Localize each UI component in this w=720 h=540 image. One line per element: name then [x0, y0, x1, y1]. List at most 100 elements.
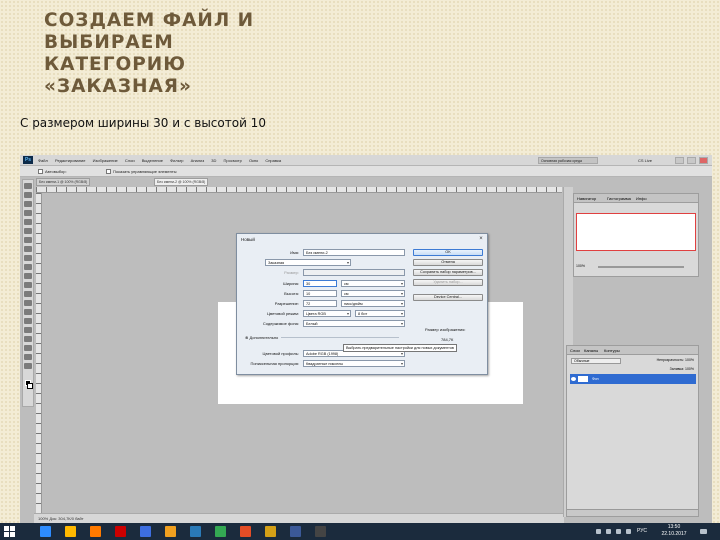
video-icon[interactable] — [290, 526, 301, 537]
save-preset-button[interactable]: Сохранить набор параметров... — [413, 269, 483, 276]
close-icon[interactable] — [699, 157, 708, 164]
dialog-close-icon[interactable]: × — [478, 236, 484, 242]
fill-field[interactable]: Заливка: 100% — [670, 367, 694, 371]
eyedropper-tool-icon[interactable] — [24, 228, 32, 234]
word-icon[interactable] — [215, 526, 226, 537]
type-tool-icon[interactable] — [24, 318, 32, 324]
language-indicator[interactable]: РУС — [637, 528, 647, 534]
tab-layers[interactable]: Слои — [570, 348, 580, 353]
height-unit-select[interactable]: см ▾ — [341, 290, 405, 297]
menu-help[interactable]: Справка — [265, 158, 281, 163]
tab-paths[interactable]: Контуры — [604, 348, 620, 353]
menu-filter[interactable]: Фильтр — [170, 158, 183, 163]
paint-icon[interactable] — [265, 526, 276, 537]
tab-navigator[interactable]: Навигатор — [577, 196, 596, 201]
move-tool-icon[interactable] — [24, 183, 32, 189]
ok-button[interactable]: OK — [413, 249, 483, 256]
history-brush-tool-icon[interactable] — [24, 264, 32, 270]
color-mode-select[interactable]: Цвета RGB ▾ — [303, 310, 351, 317]
menu-edit[interactable]: Редактирование — [55, 158, 85, 163]
menu-select[interactable]: Выделение — [142, 158, 163, 163]
stamp-tool-icon[interactable] — [24, 255, 32, 261]
taskbar: РУС 13:50 22.10.2017 — [0, 523, 720, 540]
cs-live-button[interactable]: CS Live — [638, 158, 652, 163]
battery-icon[interactable] — [626, 529, 631, 534]
network-icon[interactable] — [606, 529, 611, 534]
zoom-tool-icon[interactable] — [24, 363, 32, 369]
app-icon[interactable] — [315, 526, 326, 537]
horizontal-ruler — [36, 187, 562, 193]
menu-layers[interactable]: Слои — [125, 158, 135, 163]
windows-start-icon[interactable] — [4, 526, 15, 537]
opacity-field[interactable]: Непрозрачность: 100% — [657, 358, 694, 362]
firefox-icon[interactable] — [90, 526, 101, 537]
resolution-unit-select[interactable]: пикс/дюйм ▾ — [341, 300, 405, 307]
clock[interactable]: 13:50 22.10.2017 — [654, 524, 694, 538]
show-controls-checkbox[interactable] — [106, 169, 111, 174]
dodge-tool-icon[interactable] — [24, 300, 32, 306]
pixel-aspect-select[interactable]: Квадратные пикселы ▾ — [303, 360, 405, 367]
marquee-tool-icon[interactable] — [24, 192, 32, 198]
maximize-icon[interactable] — [687, 157, 696, 164]
healing-tool-icon[interactable] — [24, 237, 32, 243]
autoselect-checkbox[interactable] — [38, 169, 43, 174]
tab-channels[interactable]: Каналы — [584, 348, 598, 353]
layer-row[interactable]: Фон — [570, 374, 696, 384]
cancel-button[interactable]: Отмена — [413, 259, 483, 266]
menu-image[interactable]: Изображение — [93, 158, 118, 163]
preset-select[interactable]: Заказная ▾ — [265, 259, 351, 266]
navigator-zoom-slider[interactable] — [598, 266, 684, 268]
advanced-toggle[interactable]: ⊗ Дополнительно — [245, 335, 278, 340]
navigator-zoom-value[interactable]: 100% — [576, 264, 585, 268]
illustrator-icon[interactable] — [115, 526, 126, 537]
blend-mode-select[interactable]: Обычные — [571, 358, 621, 364]
menu-analysis[interactable]: Анализ — [191, 158, 205, 163]
photoshop-icon[interactable] — [190, 526, 201, 537]
file-explorer-icon[interactable] — [65, 526, 76, 537]
path-select-tool-icon[interactable] — [24, 327, 32, 333]
tray-arrow-icon[interactable] — [596, 529, 601, 534]
filezilla-icon[interactable] — [240, 526, 251, 537]
background-color-swatch[interactable] — [27, 383, 33, 389]
chrome-icon[interactable] — [140, 526, 151, 537]
color-profile-label: Цветовой профиль: — [262, 351, 299, 356]
quick-select-tool-icon[interactable] — [24, 210, 32, 216]
height-input[interactable]: 10 — [303, 290, 337, 297]
resolution-input[interactable]: 72 — [303, 300, 337, 307]
size-select[interactable] — [303, 269, 405, 276]
lasso-tool-icon[interactable] — [24, 201, 32, 207]
shape-tool-icon[interactable] — [24, 336, 32, 342]
pen-tool-icon[interactable] — [24, 309, 32, 315]
tab-document-1[interactable]: Без имени-1 @ 100% (RGB/8) — [36, 178, 91, 186]
navigator-preview[interactable] — [576, 213, 696, 251]
width-unit-select[interactable]: см ▾ — [341, 280, 405, 287]
menu-file[interactable]: Файл — [38, 158, 48, 163]
background-select[interactable]: Белый ▾ — [303, 320, 405, 327]
folder-icon[interactable] — [165, 526, 176, 537]
eye-icon[interactable] — [571, 377, 576, 381]
width-input[interactable]: 30 — [303, 280, 337, 287]
tab-histogram[interactable]: Гистограмма — [607, 196, 631, 201]
name-input[interactable]: Без имени-2 — [303, 249, 405, 256]
3d-tool-icon[interactable] — [24, 345, 32, 351]
photoshop-window: Ps Файл Редактирование Изображение Слои … — [20, 155, 712, 523]
tab-document-2[interactable]: Без имени-2 @ 100% (RGB/8) — [154, 178, 209, 186]
tab-info[interactable]: Инфо — [636, 196, 647, 201]
device-central-button[interactable]: Device Central... — [413, 294, 483, 301]
menu-window[interactable]: Окно — [249, 158, 258, 163]
brush-tool-icon[interactable] — [24, 246, 32, 252]
eraser-tool-icon[interactable] — [24, 273, 32, 279]
menu-view[interactable]: Просмотр — [224, 158, 242, 163]
gradient-tool-icon[interactable] — [24, 282, 32, 288]
delete-preset-button[interactable]: Удалить набор... — [413, 279, 483, 286]
workspace-switcher[interactable]: Основная рабочая среда — [538, 157, 598, 164]
volume-icon[interactable] — [616, 529, 621, 534]
blur-tool-icon[interactable] — [24, 291, 32, 297]
crop-tool-icon[interactable] — [24, 219, 32, 225]
color-depth-select[interactable]: 8 бит ▾ — [355, 310, 405, 317]
menu-3d[interactable]: 3D — [211, 158, 216, 163]
notifications-icon[interactable] — [700, 529, 707, 534]
minimize-icon[interactable] — [675, 157, 684, 164]
hand-tool-icon[interactable] — [24, 354, 32, 360]
search-icon[interactable] — [40, 526, 51, 537]
